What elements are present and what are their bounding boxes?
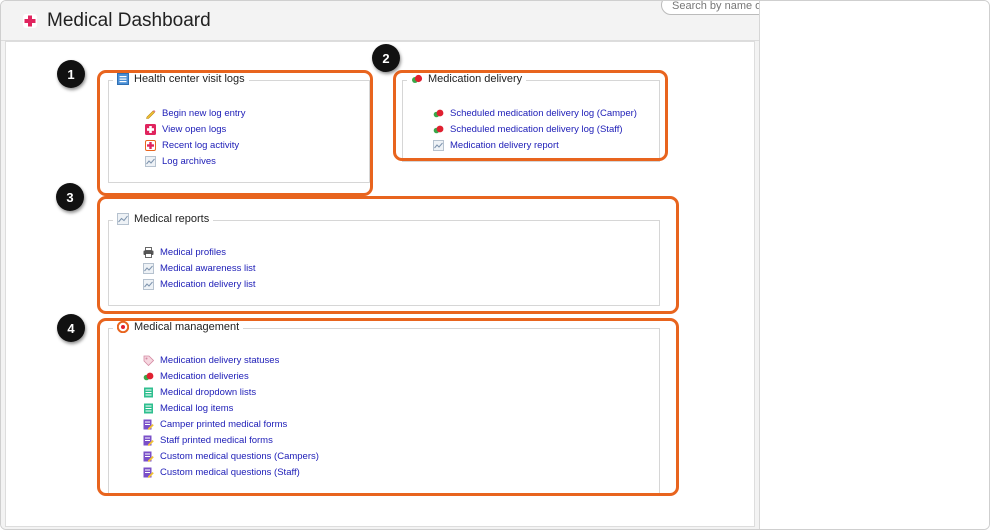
pills-icon bbox=[433, 109, 444, 117]
app-area: Medical Dashboard Search by name or e He… bbox=[1, 1, 771, 529]
form-edit-icon bbox=[143, 451, 154, 462]
page-title: Medical Dashboard bbox=[47, 10, 211, 31]
link-medication-delivery-list[interactable]: Medication delivery list bbox=[143, 276, 256, 292]
callout-badge-3: 3 bbox=[56, 183, 84, 211]
section-medical-management-header: Medical management bbox=[113, 321, 244, 333]
link-camper-printed-medical-forms[interactable]: Camper printed medical forms bbox=[143, 416, 319, 432]
callout-badge-2: 2 bbox=[372, 44, 400, 72]
empty-right-pane bbox=[759, 1, 989, 529]
pills-icon bbox=[433, 125, 444, 133]
section-title: Medical management bbox=[134, 321, 240, 333]
form-edit-icon bbox=[143, 467, 154, 478]
link-custom-medical-questions-campers[interactable]: Custom medical questions (Campers) bbox=[143, 448, 319, 464]
section-title: Medication delivery bbox=[428, 73, 523, 85]
link-view-open-logs[interactable]: View open logs bbox=[145, 121, 245, 137]
list-icon bbox=[144, 387, 153, 397]
tag-icon bbox=[143, 355, 154, 366]
link-medical-log-items[interactable]: Medical log items bbox=[143, 400, 319, 416]
callout-badge-1: 1 bbox=[57, 60, 85, 88]
page-header: Medical Dashboard Search by name or e bbox=[1, 1, 771, 41]
section-title: Health center visit logs bbox=[134, 73, 245, 85]
lifebuoy-icon bbox=[117, 321, 129, 333]
medical-cross-outline-icon bbox=[145, 139, 156, 151]
section-medical-reports: Medical reports Medical profiles Medical… bbox=[108, 213, 660, 306]
link-begin-new-log-entry[interactable]: Begin new log entry bbox=[145, 105, 245, 121]
section-medical-reports-header: Medical reports bbox=[113, 213, 214, 225]
chart-icon bbox=[143, 262, 154, 274]
search-input[interactable]: Search by name or e bbox=[661, 1, 771, 15]
window-frame: Medical Dashboard Search by name or e He… bbox=[0, 0, 990, 530]
link-staff-printed-medical-forms[interactable]: Staff printed medical forms bbox=[143, 432, 319, 448]
dashboard-content: Health center visit logs Begin new log e… bbox=[5, 41, 755, 527]
section-medication-delivery: Medication delivery Scheduled medication… bbox=[402, 73, 660, 162]
section-title: Medical reports bbox=[134, 213, 210, 225]
link-scheduled-delivery-log-camper[interactable]: Scheduled medication delivery log (Campe… bbox=[433, 105, 637, 121]
list-icon bbox=[144, 403, 153, 413]
medical-cross-logo-icon bbox=[23, 14, 37, 28]
chart-icon bbox=[145, 155, 156, 167]
chart-icon bbox=[433, 139, 444, 151]
link-medication-deliveries[interactable]: Medication deliveries bbox=[143, 368, 319, 384]
link-log-archives[interactable]: Log archives bbox=[145, 153, 245, 169]
link-medical-profiles[interactable]: Medical profiles bbox=[143, 244, 256, 260]
link-medication-delivery-report[interactable]: Medication delivery report bbox=[433, 137, 637, 153]
pencil-icon bbox=[146, 109, 156, 119]
link-recent-log-activity[interactable]: Recent log activity bbox=[145, 137, 245, 153]
link-custom-medical-questions-staff[interactable]: Custom medical questions (Staff) bbox=[143, 464, 319, 480]
pills-icon bbox=[412, 74, 423, 83]
callout-badge-4: 4 bbox=[57, 314, 85, 342]
printer-icon bbox=[143, 246, 154, 258]
link-scheduled-delivery-log-staff[interactable]: Scheduled medication delivery log (Staff… bbox=[433, 121, 637, 137]
section-visit-logs-header: Health center visit logs bbox=[113, 73, 249, 85]
chart-icon bbox=[117, 213, 129, 225]
link-medication-delivery-statuses[interactable]: Medication delivery statuses bbox=[143, 352, 319, 368]
form-edit-icon bbox=[143, 419, 154, 430]
log-book-icon bbox=[117, 73, 129, 85]
section-visit-logs: Health center visit logs Begin new log e… bbox=[108, 73, 370, 183]
chart-icon bbox=[143, 278, 154, 290]
medical-cross-icon bbox=[145, 123, 156, 135]
link-medical-dropdown-lists[interactable]: Medical dropdown lists bbox=[143, 384, 319, 400]
form-edit-icon bbox=[143, 435, 154, 446]
section-medical-management: Medical management Medication delivery s… bbox=[108, 321, 660, 494]
pills-icon bbox=[143, 372, 154, 380]
section-medication-delivery-header: Medication delivery bbox=[407, 73, 527, 85]
link-medical-awareness-list[interactable]: Medical awareness list bbox=[143, 260, 256, 276]
